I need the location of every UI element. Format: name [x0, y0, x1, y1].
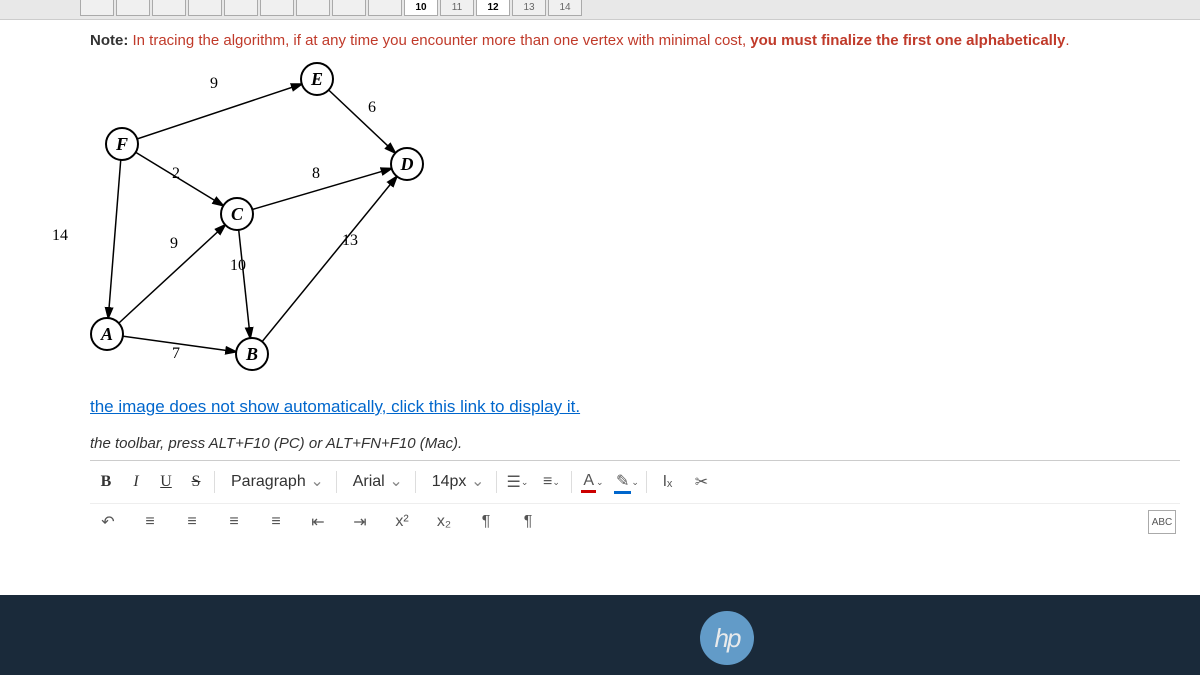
outdent-icon[interactable]: ⇤	[304, 510, 332, 534]
graph-node-b: B	[235, 337, 269, 371]
note-body-a: In tracing the algorithm, if at any time…	[128, 32, 750, 49]
editor-toolbar: B I U S Paragraph Arial 14px ☰⌄ ≡⌄ A⌄ ✎⌄…	[90, 460, 1180, 503]
clear-format-button[interactable]: Iₓ	[653, 470, 681, 494]
align-right-icon[interactable]: ≡	[220, 510, 248, 534]
align-center-icon[interactable]: ≡	[178, 510, 206, 534]
edge-weight: 14	[52, 227, 68, 245]
edge-weight: 10	[230, 257, 246, 275]
separator	[214, 471, 215, 493]
size-select[interactable]: 14px	[422, 469, 491, 495]
edge-weight: 2	[172, 165, 180, 183]
note-body-b: .	[1065, 32, 1069, 49]
undo-icon[interactable]: ↶	[94, 510, 122, 534]
show-image-link[interactable]: the image does not show automatically, c…	[90, 397, 1180, 417]
graph-diagram: 968214910713ABCDEF	[90, 57, 510, 377]
font-select[interactable]: Arial	[343, 469, 409, 495]
indent-icon[interactable]: ⇥	[346, 510, 374, 534]
strike-button[interactable]: S	[184, 469, 208, 495]
paragraph-select[interactable]: Paragraph	[221, 469, 330, 495]
superscript-icon[interactable]: x²	[388, 510, 416, 534]
highlight-button[interactable]: ✎⌄	[612, 470, 640, 494]
graph-node-c: C	[220, 197, 254, 231]
bold-button[interactable]: B	[94, 469, 118, 495]
text-color-button[interactable]: A⌄	[578, 470, 606, 494]
edge-weight: 13	[342, 232, 358, 250]
align-justify-icon[interactable]: ≡	[262, 510, 290, 534]
pilcrow-icon[interactable]: ¶	[514, 510, 542, 534]
italic-button[interactable]: I	[124, 469, 148, 495]
note-bold: you must finalize the first one alphabet…	[750, 32, 1065, 49]
cut-button[interactable]: ✂	[687, 470, 715, 494]
graph-node-a: A	[90, 317, 124, 351]
separator	[415, 471, 416, 493]
numbered-list-icon[interactable]: ≡⌄	[537, 470, 565, 494]
separator	[336, 471, 337, 493]
separator	[496, 471, 497, 493]
edge-weight: 8	[312, 165, 320, 183]
note-text: Note: In tracing the algorithm, if at an…	[90, 30, 1180, 51]
graph-node-f: F	[105, 127, 139, 161]
separator	[571, 471, 572, 493]
bulleted-list-icon[interactable]: ☰⌄	[503, 470, 531, 494]
separator	[646, 471, 647, 493]
graph-node-d: D	[390, 147, 424, 181]
toolbar-hint: the toolbar, press ALT+F10 (PC) or ALT+F…	[90, 435, 1180, 452]
edge-weight: 9	[170, 235, 178, 253]
subscript-icon[interactable]: x₂	[430, 510, 458, 534]
edge-weight: 6	[368, 99, 376, 117]
underline-button[interactable]: U	[154, 469, 178, 495]
graph-node-e: E	[300, 62, 334, 96]
editor-toolbar-row2: ↶ ≡ ≡ ≡ ≡ ⇤ ⇥ x² x₂ ¶ ¶ ABC	[90, 503, 1180, 540]
hp-logo: hp	[700, 611, 754, 665]
align-left-icon[interactable]: ≡	[136, 510, 164, 534]
spellcheck-button[interactable]: ABC	[1148, 510, 1176, 534]
edge-weight: 9	[210, 75, 218, 93]
edge-weight: 7	[172, 345, 180, 363]
note-prefix: Note:	[90, 32, 128, 49]
paragraph-icon[interactable]: ¶	[472, 510, 500, 534]
